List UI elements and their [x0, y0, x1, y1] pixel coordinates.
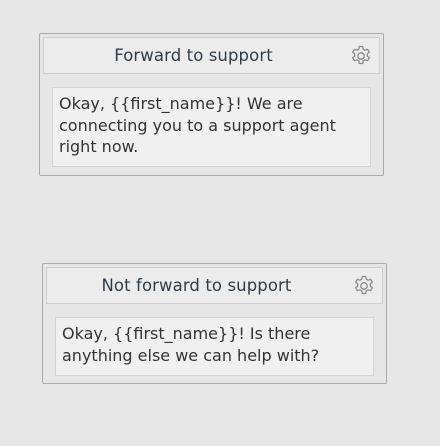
node-title: Not forward to support [101, 276, 292, 295]
node-message[interactable]: Okay, {{first_name}}! We are connecting … [52, 87, 371, 167]
gear-icon[interactable] [349, 44, 373, 68]
node-message[interactable]: Okay, {{first_name}}! Is there anything … [55, 317, 374, 376]
node-card-forward-to-support[interactable]: Forward to support Okay, {{first_name}}!… [39, 33, 384, 176]
node-title: Forward to support [114, 46, 273, 65]
gear-icon[interactable] [352, 274, 376, 298]
node-card-not-forward-to-support[interactable]: Not forward to support Okay, {{first_nam… [42, 263, 387, 384]
node-header[interactable]: Forward to support [43, 37, 380, 74]
node-header[interactable]: Not forward to support [46, 267, 383, 304]
